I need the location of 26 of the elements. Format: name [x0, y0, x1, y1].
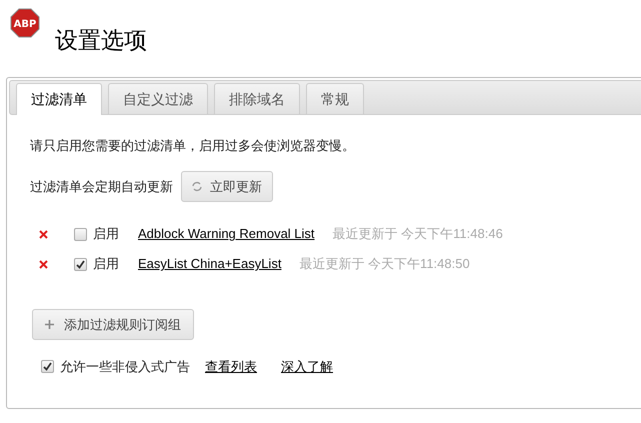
last-updated: 最近更新于 今天下午11:48:50 — [299, 255, 470, 274]
last-updated: 最近更新于 今天下午11:48:46 — [332, 225, 503, 244]
acceptable-ads-label: 允许一些非侵入式广告 — [60, 358, 190, 376]
tab[interactable]: 自定义过滤 — [108, 83, 208, 114]
checkbox[interactable] — [74, 258, 87, 270]
enable-label: 启用 — [93, 225, 119, 244]
tab[interactable]: 常规 — [306, 83, 364, 114]
info-link[interactable]: 查看列表 — [205, 357, 257, 376]
tab[interactable]: 过滤清单 — [16, 83, 102, 115]
info-link[interactable]: 深入了解 — [281, 357, 333, 376]
remove-icon[interactable] — [39, 230, 48, 238]
notice-text: 请只启用您需要的过滤清单，启用过多会使浏览器变慢。 — [30, 137, 356, 155]
add-subscription-button[interactable]: 添加过滤规则订阅组 — [32, 309, 194, 340]
checkbox[interactable] — [41, 360, 54, 374]
plus-icon — [45, 320, 54, 329]
enable-label: 启用 — [93, 255, 119, 274]
checkbox[interactable] — [74, 228, 87, 240]
update-now-button[interactable]: 立即更新 — [181, 171, 273, 202]
page-title: 设置选项 — [55, 26, 147, 55]
subscription-link[interactable]: EasyList China+EasyList — [138, 254, 282, 274]
update-info: 过滤清单会定期自动更新 — [30, 178, 173, 196]
refresh-icon — [192, 181, 202, 192]
remove-icon[interactable] — [39, 260, 48, 268]
subscription-link[interactable]: Adblock Warning Removal List — [138, 224, 315, 244]
tab[interactable]: 排除域名 — [214, 83, 300, 114]
abp-logo: ABP — [10, 8, 40, 38]
